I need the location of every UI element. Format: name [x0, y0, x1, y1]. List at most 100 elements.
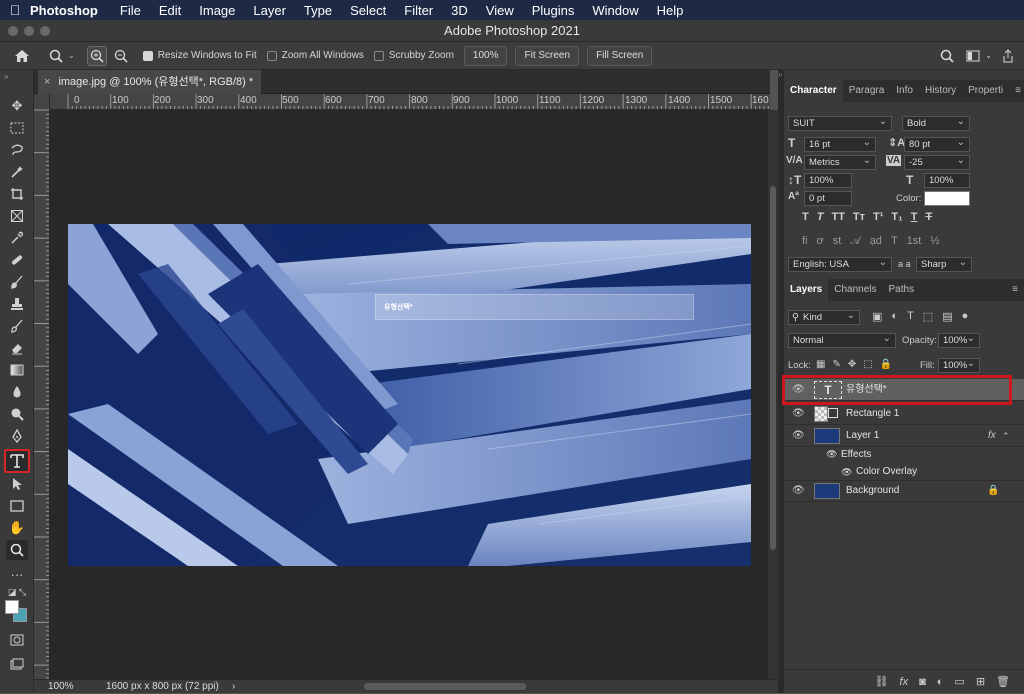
link-layers-icon[interactable]: ⛓ [875, 675, 889, 688]
layer-name[interactable]: 유형선택* [846, 379, 887, 401]
menu-app-photoshop[interactable]: Photoshop [30, 3, 98, 18]
antialias-select[interactable]: Sharp [916, 256, 972, 272]
healing-brush-tool-icon[interactable] [6, 250, 28, 270]
rectangle-tool-icon[interactable] [6, 496, 28, 516]
status-menu-chevron-icon[interactable]: › [232, 680, 235, 694]
search-icon[interactable] [937, 46, 957, 66]
font-family-select[interactable]: SUIT [788, 115, 892, 131]
frame-tool-icon[interactable] [6, 206, 28, 226]
screen-mode-icon[interactable] [6, 654, 28, 674]
filter-toggle-icon[interactable]: ● [962, 310, 969, 323]
text-color-swatch[interactable] [924, 191, 970, 206]
kerning-field[interactable]: Metrics [804, 154, 876, 170]
panel-menu-icon[interactable]: ≡ [1009, 80, 1024, 102]
visibility-eye-icon[interactable]: 👁 [792, 480, 805, 502]
lock-transparency-icon[interactable]: ▦ [816, 359, 825, 370]
dodge-tool-icon[interactable] [6, 404, 28, 424]
old-style-icon[interactable]: ơ [817, 235, 824, 248]
layer-row-text[interactable]: 👁 T 유형선택* [784, 379, 1024, 401]
pen-tool-icon[interactable] [6, 426, 28, 446]
layer-row-layer1[interactable]: 👁 Layer 1 fx ⌃ [784, 425, 1024, 447]
quick-mask-icon[interactable] [6, 630, 28, 650]
fill-field[interactable]: 100% [938, 357, 980, 373]
layer-row-rectangle[interactable]: 👁 Rectangle 1 [784, 403, 1024, 425]
menu-window[interactable]: Window [592, 3, 638, 18]
zoom-out-icon[interactable] [111, 46, 131, 66]
lock-artboard-icon[interactable]: ⬚ [863, 359, 872, 370]
type-tool-icon[interactable] [4, 449, 30, 473]
horizontal-scale-field[interactable]: 100% [924, 173, 970, 188]
collapse-effects-icon[interactable]: ⌃ [1002, 425, 1010, 447]
lasso-tool-icon[interactable] [6, 140, 28, 160]
brush-tool-icon[interactable] [6, 272, 28, 292]
new-layer-icon[interactable]: ⊞ [976, 675, 985, 688]
titling-alt-icon[interactable]: ạd [870, 235, 882, 248]
superscript-icon[interactable]: T¹ [873, 211, 883, 223]
menu-image[interactable]: Image [199, 3, 235, 18]
vertical-scale-field[interactable]: 100% [804, 173, 852, 188]
tab-character[interactable]: Character [784, 80, 843, 102]
visibility-eye-icon[interactable]: 👁 [792, 425, 805, 447]
fill-screen-button[interactable]: Fill Screen [587, 45, 653, 66]
move-tool-icon[interactable]: ✥ [6, 96, 28, 116]
zoom-window-button[interactable] [40, 26, 50, 36]
small-caps-icon[interactable]: Tт [853, 211, 865, 223]
menu-select[interactable]: Select [350, 3, 386, 18]
collapse-toolbar-icon[interactable]: » [4, 72, 8, 81]
crop-tool-icon[interactable] [6, 184, 28, 204]
workspace-chevron-icon[interactable]: ⌄ [985, 51, 992, 60]
layers-panel-menu-icon[interactable]: ≡ [1006, 279, 1024, 301]
visibility-eye-icon[interactable]: 👁 [792, 379, 805, 401]
swash-icon[interactable]: st [833, 235, 842, 248]
menu-edit[interactable]: Edit [159, 3, 181, 18]
fractions-icon[interactable]: ½ [930, 235, 939, 248]
text-layer-content[interactable]: 유형선택* [384, 302, 412, 312]
blend-mode-select[interactable]: Normal [788, 332, 896, 348]
zoom-tool-preset-icon[interactable] [46, 46, 66, 66]
tab-paths[interactable]: Paths [883, 279, 921, 301]
default-colors-icon[interactable]: ◪ ⤡ [6, 582, 28, 602]
underline-icon[interactable]: T [911, 211, 918, 223]
history-brush-tool-icon[interactable] [6, 316, 28, 336]
document-image[interactable] [68, 224, 751, 566]
zoom-status[interactable]: 100% [48, 680, 74, 694]
zoom-all-windows-checkbox[interactable] [266, 50, 277, 61]
vertical-ruler[interactable] [34, 94, 50, 679]
color-overlay-row[interactable]: 👁 Color Overlay [784, 463, 1024, 481]
layer-name[interactable]: Background [846, 480, 899, 502]
tab-history[interactable]: History [919, 80, 962, 102]
menu-view[interactable]: View [486, 3, 514, 18]
minimize-window-button[interactable] [24, 26, 34, 36]
home-icon[interactable] [12, 46, 32, 66]
more-tools-icon[interactable]: ··· [6, 564, 28, 584]
menu-3d[interactable]: 3D [451, 3, 468, 18]
language-select[interactable]: English: USA [788, 256, 892, 272]
menu-layer[interactable]: Layer [253, 3, 286, 18]
lock-all-icon[interactable]: 🔒 [880, 359, 892, 370]
menu-plugins[interactable]: Plugins [532, 3, 575, 18]
tab-paragraph[interactable]: Paragra [843, 80, 891, 102]
tracking-field[interactable]: -25 [904, 154, 970, 170]
chevron-down-icon[interactable]: ⌄ [68, 51, 75, 60]
layer-name[interactable]: Rectangle 1 [846, 403, 899, 425]
vertical-scrollbar[interactable] [768, 110, 778, 679]
leading-field[interactable]: 80 pt [904, 136, 970, 152]
tab-properties[interactable]: Properti [962, 80, 1009, 102]
tab-info[interactable]: Info [890, 80, 919, 102]
horizontal-ruler[interactable]: 0 100 200 300 400 500 600 700 800 900 10… [50, 94, 770, 110]
share-icon[interactable] [998, 46, 1018, 66]
new-adjustment-icon[interactable]: ◐ [937, 676, 944, 688]
filter-shape-icon[interactable]: ⬚ [923, 310, 933, 323]
menu-filter[interactable]: Filter [404, 3, 433, 18]
filter-type-icon[interactable]: T [907, 310, 914, 323]
ordinals-icon[interactable]: 1st [907, 235, 922, 248]
tab-layers[interactable]: Layers [784, 279, 829, 301]
filter-smart-object-icon[interactable]: ▤ [942, 310, 952, 323]
opacity-field[interactable]: 100% [938, 332, 980, 348]
faux-bold-icon[interactable]: T [802, 211, 809, 223]
ligature-icon[interactable]: ﬁ [802, 235, 808, 248]
font-style-select[interactable]: Bold [902, 115, 970, 131]
all-caps-icon[interactable]: TT [831, 211, 844, 223]
marquee-tool-icon[interactable] [6, 118, 28, 138]
effects-eye-icon[interactable]: 👁 [826, 446, 837, 463]
